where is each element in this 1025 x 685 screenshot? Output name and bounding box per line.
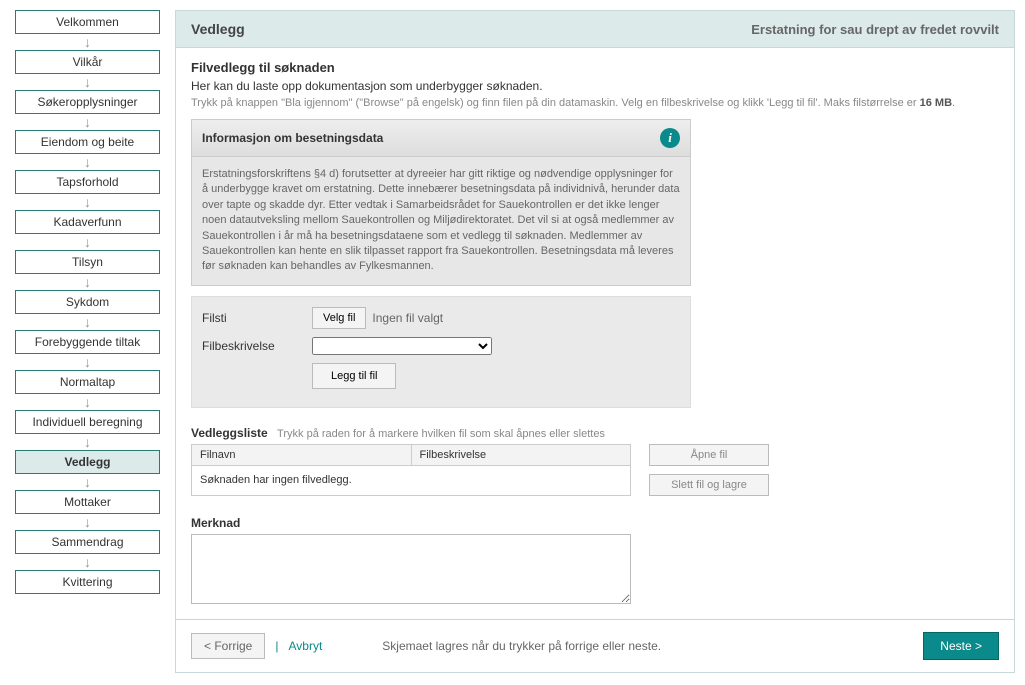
cancel-link[interactable]: Avbryt <box>288 639 322 653</box>
arrow-down-icon: ↓ <box>84 355 91 369</box>
help-bold: 16 MB <box>920 97 952 109</box>
sidebar-step-0[interactable]: Velkommen <box>15 10 160 34</box>
add-file-button[interactable]: Legg til fil <box>312 363 396 389</box>
choose-file-button[interactable]: Velg fil <box>312 307 366 329</box>
arrow-down-icon: ↓ <box>84 115 91 129</box>
info-box-body: Erstatningsforskriftens §4 d) forutsette… <box>192 157 690 285</box>
sidebar-step-3[interactable]: Eiendom og beite <box>15 130 160 154</box>
page-subtitle: Erstatning for sau drept av fredet rovvi… <box>751 22 999 37</box>
sidebar-step-11[interactable]: Vedlegg <box>15 450 160 474</box>
col-filename: Filnavn <box>192 444 412 465</box>
arrow-down-icon: ↓ <box>84 195 91 209</box>
arrow-down-icon: ↓ <box>84 435 91 449</box>
help-pre: Trykk på knappen "Bla igjennom" ("Browse… <box>191 97 920 109</box>
file-table: Filnavn Filbeskrivelse Søknaden har inge… <box>191 444 631 496</box>
arrow-down-icon: ↓ <box>84 155 91 169</box>
merknad-input[interactable] <box>191 534 631 604</box>
arrow-down-icon: ↓ <box>84 275 91 289</box>
no-file-text: Ingen fil valgt <box>372 311 443 325</box>
next-button[interactable]: Neste > <box>923 632 999 660</box>
footer-bar: < Forrige | Avbryt Skjemaet lagres når d… <box>176 619 1014 672</box>
arrow-down-icon: ↓ <box>84 235 91 249</box>
delete-file-button[interactable]: Slett fil og lagre <box>649 474 769 496</box>
arrow-down-icon: ↓ <box>84 75 91 89</box>
arrow-down-icon: ↓ <box>84 475 91 489</box>
intro-help: Trykk på knappen "Bla igjennom" ("Browse… <box>191 97 999 109</box>
open-file-button[interactable]: Åpne fil <box>649 444 769 466</box>
arrow-down-icon: ↓ <box>84 555 91 569</box>
sidebar-step-5[interactable]: Kadaverfunn <box>15 210 160 234</box>
sidebar-step-12[interactable]: Mottaker <box>15 490 160 514</box>
filelist-hint: Trykk på raden for å markere hvilken fil… <box>277 428 605 440</box>
col-filedesc: Filbeskrivelse <box>411 444 631 465</box>
footer-hint: Skjemaet lagres når du trykker på forrig… <box>382 639 661 653</box>
info-box-header: Informasjon om besetningsdata i <box>192 120 690 157</box>
sidebar-step-1[interactable]: Vilkår <box>15 50 160 74</box>
main-panel: Vedlegg Erstatning for sau drept av fred… <box>175 10 1015 673</box>
sidebar-step-2[interactable]: Søkeropplysninger <box>15 90 160 114</box>
intro-desc: Her kan du laste opp dokumentasjon som u… <box>191 79 999 93</box>
table-row[interactable]: Søknaden har ingen filvedlegg. <box>192 465 631 495</box>
arrow-down-icon: ↓ <box>84 35 91 49</box>
wizard-sidebar: Velkommen↓Vilkår↓Søkeropplysninger↓Eiend… <box>10 10 165 673</box>
file-upload-form: Filsti Velg fil Ingen fil valgt Filbeskr… <box>191 296 691 408</box>
file-desc-select[interactable] <box>312 337 492 355</box>
file-list-area: Filnavn Filbeskrivelse Søknaden har inge… <box>191 444 999 496</box>
footer-separator: | <box>275 639 278 653</box>
intro-heading: Filvedlegg til søknaden <box>191 60 999 75</box>
sidebar-step-9[interactable]: Normaltap <box>15 370 160 394</box>
info-box: Informasjon om besetningsdata i Erstatni… <box>191 119 691 286</box>
help-post: . <box>952 97 955 109</box>
empty-row: Søknaden har ingen filvedlegg. <box>192 465 631 495</box>
info-icon: i <box>660 128 680 148</box>
previous-button[interactable]: < Forrige <box>191 633 265 659</box>
file-actions: Åpne fil Slett fil og lagre <box>649 444 769 496</box>
arrow-down-icon: ↓ <box>84 315 91 329</box>
arrow-down-icon: ↓ <box>84 395 91 409</box>
page-title: Vedlegg <box>191 21 245 37</box>
sidebar-step-13[interactable]: Sammendrag <box>15 530 160 554</box>
sidebar-step-10[interactable]: Individuell beregning <box>15 410 160 434</box>
info-box-title: Informasjon om besetningsdata <box>202 131 383 145</box>
arrow-down-icon: ↓ <box>84 515 91 529</box>
file-path-label: Filsti <box>202 311 312 325</box>
filelist-heading: Vedleggsliste <box>191 426 268 440</box>
content-area: Filvedlegg til søknaden Her kan du laste… <box>176 48 1014 619</box>
merknad-label: Merknad <box>191 516 999 530</box>
sidebar-step-8[interactable]: Forebyggende tiltak <box>15 330 160 354</box>
file-desc-label: Filbeskrivelse <box>202 339 312 353</box>
sidebar-step-14[interactable]: Kvittering <box>15 570 160 594</box>
sidebar-step-7[interactable]: Sykdom <box>15 290 160 314</box>
header-bar: Vedlegg Erstatning for sau drept av fred… <box>176 11 1014 48</box>
sidebar-step-6[interactable]: Tilsyn <box>15 250 160 274</box>
sidebar-step-4[interactable]: Tapsforhold <box>15 170 160 194</box>
